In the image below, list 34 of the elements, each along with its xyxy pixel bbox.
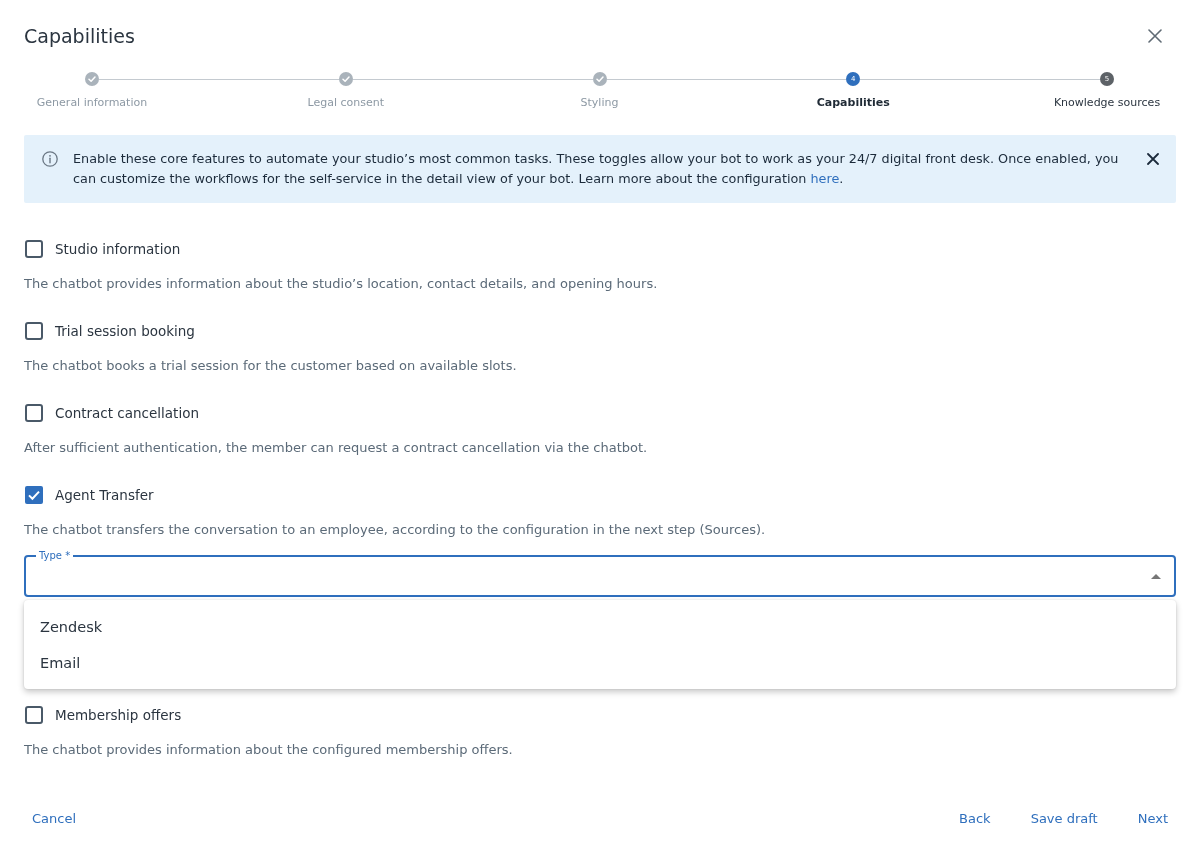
- cancel-button[interactable]: Cancel: [24, 800, 85, 836]
- capability-description: After sufficient authentication, the member can request a contract cancellation via the chatbot.: [24, 439, 649, 457]
- checkbox[interactable]: [25, 404, 43, 422]
- checkbox-label: Studio information: [55, 240, 181, 259]
- capability-description: The chatbot provides information about the configured membership offers.: [24, 741, 514, 759]
- checkbox-label: Contract cancellation: [55, 404, 199, 423]
- banner-text: Enable these core features to automate your studio’s most common tasks. These toggles allow your bot to work as your 24/7 digital front desk. Once enabled, you can customize the workflows for the self-service in the detail view of your bot. Learn more about the configuration here.: [73, 150, 1120, 188]
- checkbox-label: Membership offers: [55, 706, 182, 725]
- checkbox[interactable]: [25, 322, 43, 340]
- capability-description: The chatbot transfers the conversation to an employee, according to the configuration in the next step (Sources).: [24, 521, 767, 539]
- close-icon: [1148, 29, 1162, 43]
- capability-description: The chatbot provides information about the studio’s location, contact details, and opening hours.: [24, 275, 659, 293]
- dialog-title: Capabilities: [24, 24, 135, 48]
- info-icon: [42, 151, 58, 167]
- save-draft-button[interactable]: Save draft: [1022, 800, 1106, 836]
- checkbox[interactable]: [25, 486, 43, 504]
- step-label: Capabilities: [816, 95, 890, 111]
- menu-option[interactable]: Zendesk: [24, 609, 1176, 645]
- step-label: Knowledge sources: [1053, 95, 1161, 111]
- menu-option[interactable]: Email: [24, 645, 1176, 681]
- capability-description: The chatbot books a trial session for the customer based on available slots.: [24, 357, 518, 375]
- step-label: General information: [36, 95, 148, 111]
- close-icon: [1147, 153, 1159, 165]
- checkbox[interactable]: [25, 706, 43, 724]
- back-button[interactable]: Back: [951, 800, 999, 836]
- select-field[interactable]: Type *: [24, 549, 1176, 597]
- step-label: Legal consent: [307, 95, 384, 111]
- step-label: Styling: [580, 95, 619, 111]
- checkbox-label: Trial session booking: [55, 322, 195, 341]
- caret-icon: [1151, 574, 1161, 579]
- next-button[interactable]: Next: [1129, 800, 1176, 836]
- field-label: Type *: [39, 549, 71, 563]
- checkbox-label: Agent Transfer: [55, 486, 154, 505]
- checkbox[interactable]: [25, 240, 43, 258]
